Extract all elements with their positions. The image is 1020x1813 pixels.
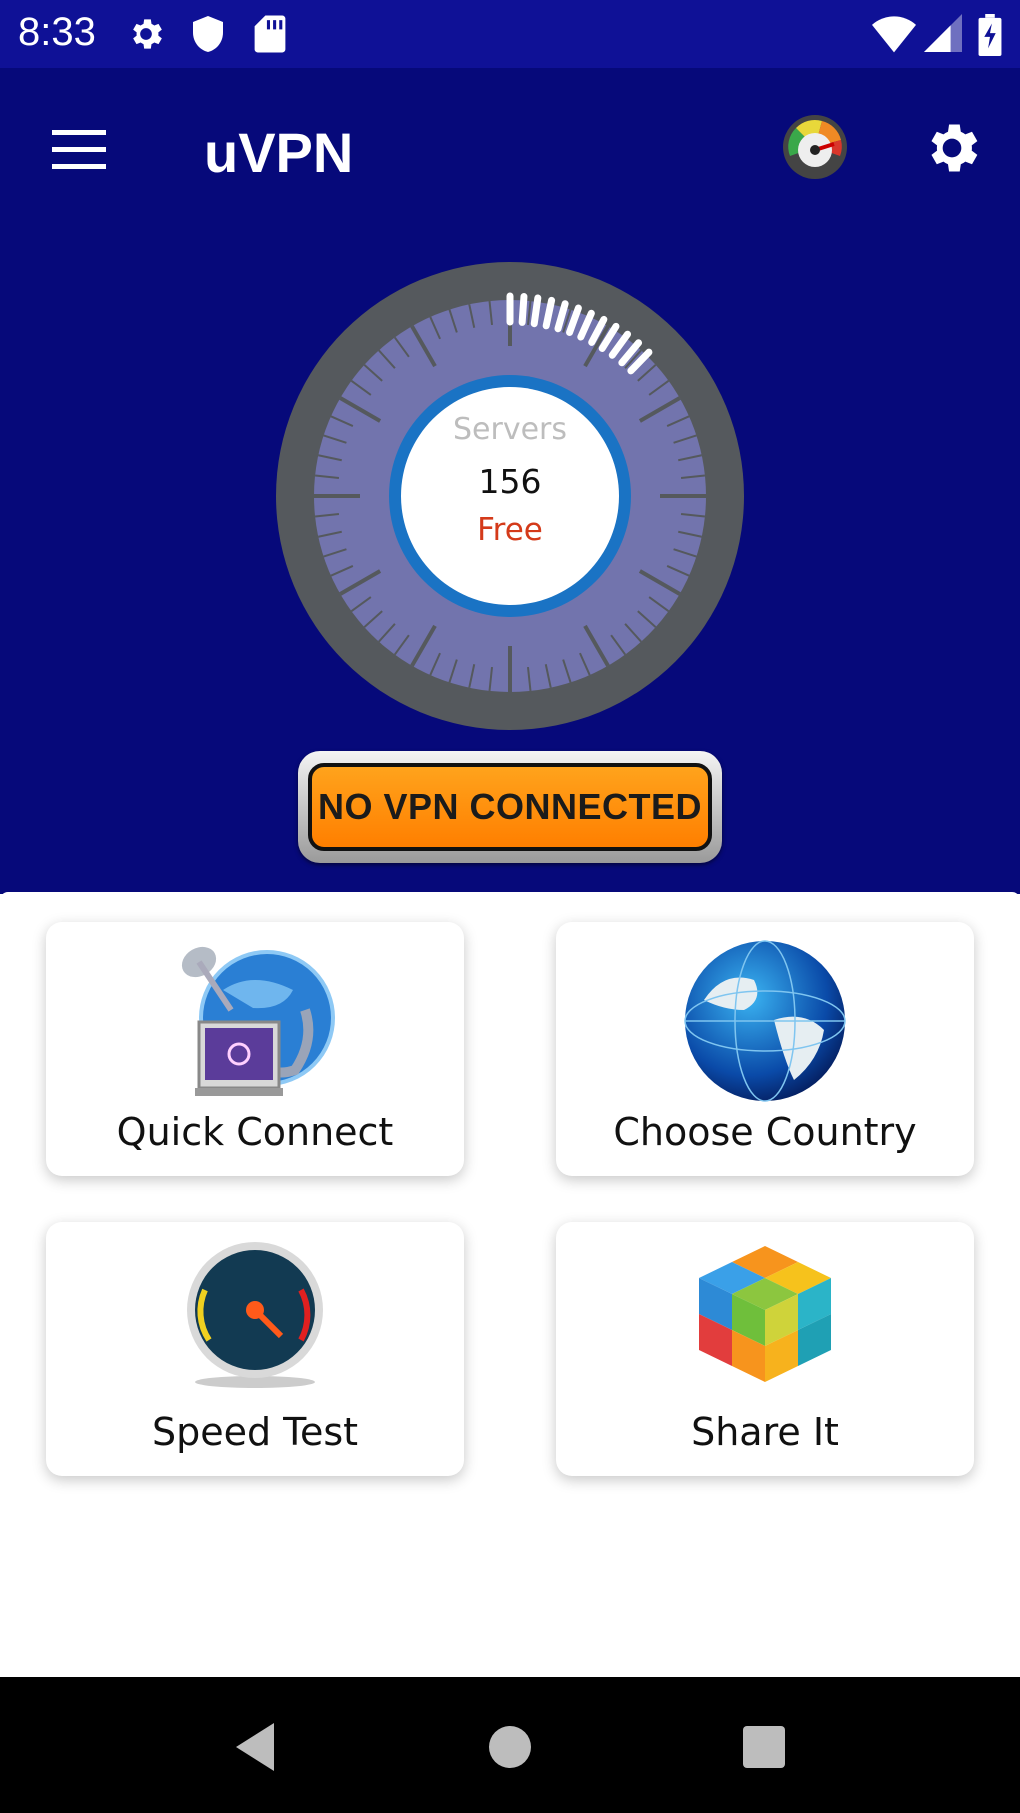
recents-icon[interactable] [734,1717,794,1777]
speed-test-label: Speed Test [151,1410,359,1454]
globe-icon [684,940,846,1102]
connection-status-label: NO VPN CONNECTED [308,763,712,851]
share-it-label: Share It [691,1410,839,1454]
actions-panel: Quick Connect Choose Country Speed Test … [0,892,1020,1677]
dial-progress-tick [530,294,542,328]
app-title: uVPN [204,121,354,184]
status-bar: 8:33 [0,0,1020,68]
share-it-card[interactable]: Share It [556,1222,974,1476]
quick-connect-label: Quick Connect [116,1110,394,1154]
speed-gauge-icon [187,1242,323,1388]
server-dial: Servers 156 Free [276,262,744,730]
system-nav-bar [0,1677,1020,1813]
choose-country-card[interactable]: Choose Country [556,922,974,1176]
settings-icon [133,19,162,49]
hamburger-menu-icon[interactable] [52,128,106,172]
back-icon[interactable] [226,1717,286,1777]
servers-count: 156 [478,462,542,501]
connection-status-button[interactable]: NO VPN CONNECTED [298,751,722,863]
dial-progress-tick [518,292,528,326]
gear-icon[interactable] [920,116,984,180]
signal-icon [924,14,962,52]
servers-tier: Free [477,512,543,548]
wifi-icon [872,16,916,53]
status-time: 8:33 [18,10,96,54]
home-icon[interactable] [480,1717,540,1777]
choose-country-label: Choose Country [613,1110,917,1154]
servers-label: Servers [452,412,567,447]
speedometer-icon[interactable] [782,114,848,180]
sd-card-icon [254,15,286,53]
app-header: uVPN Servers 156 Free NO VPN CONNECTED [0,68,1020,894]
shield-icon [193,16,223,52]
share-cube-icon [699,1246,831,1382]
quick-connect-card[interactable]: Quick Connect [46,922,464,1176]
quick-connect-icon [181,946,335,1096]
battery-charging-icon [978,14,1002,56]
speed-test-card[interactable]: Speed Test [46,1222,464,1476]
